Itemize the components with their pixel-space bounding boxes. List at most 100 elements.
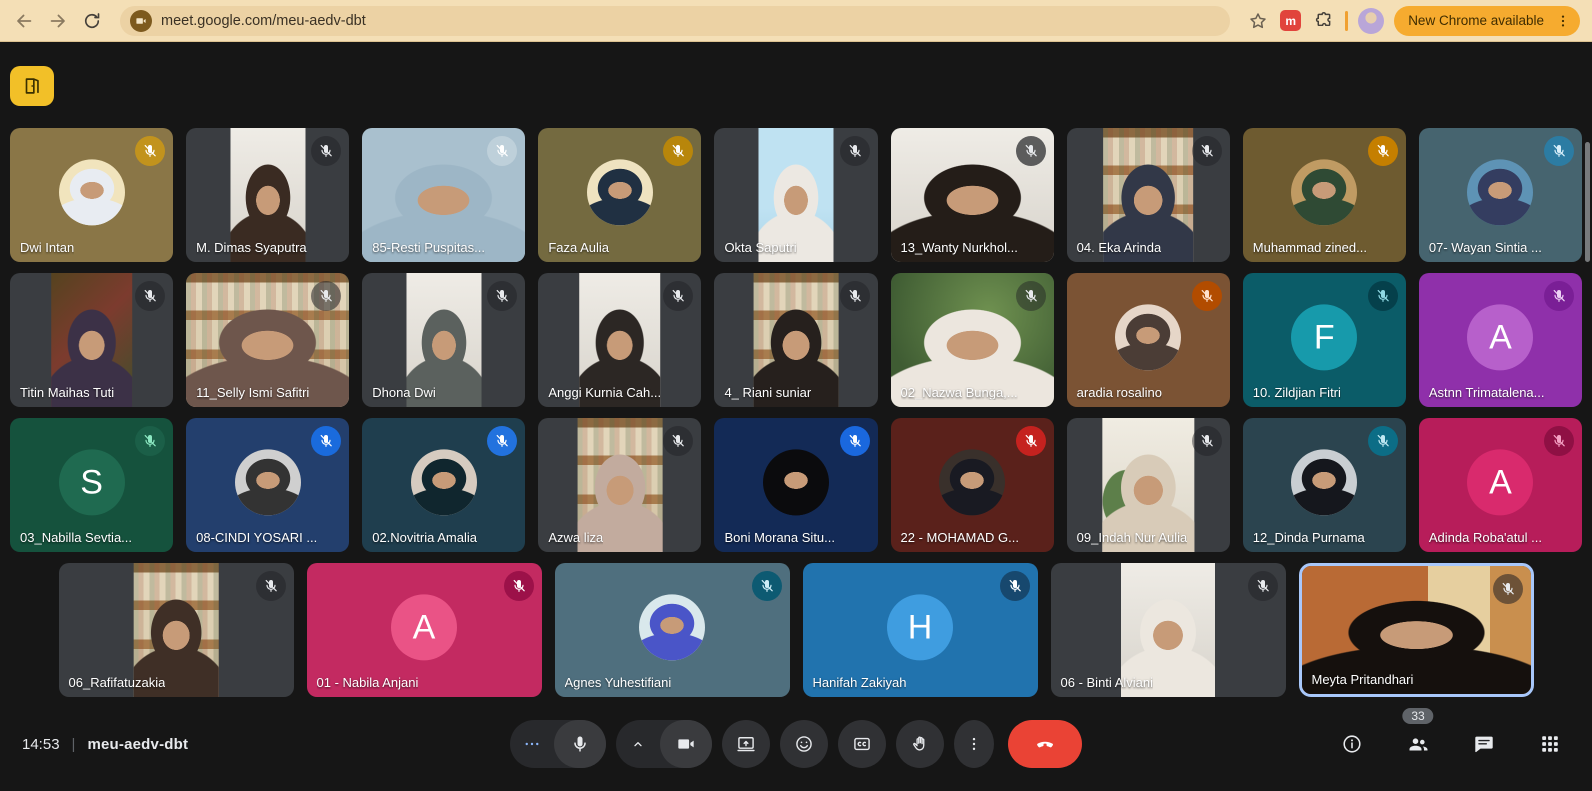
mic-off-icon	[487, 281, 517, 311]
audio-options-icon[interactable]	[510, 720, 554, 768]
browser-menu-dots-icon[interactable]	[1552, 10, 1574, 32]
closed-captions-button[interactable]	[838, 720, 886, 768]
participant-tile[interactable]: Azwa liza	[538, 418, 701, 552]
participant-tile[interactable]: 4_ Riani suniar	[714, 273, 877, 407]
info-icon[interactable]	[1336, 728, 1368, 760]
raise-hand-button[interactable]	[896, 720, 944, 768]
apps-grid-icon[interactable]	[1534, 728, 1566, 760]
participant-tile[interactable]: S03_Nabilla Sevtia...	[10, 418, 173, 552]
mic-off-icon	[840, 426, 870, 456]
participant-tile[interactable]: 06_Rafifatuzakia	[59, 563, 294, 697]
mic-off-icon	[1192, 426, 1222, 456]
participant-name: 02.Novitria Amalia	[372, 530, 477, 545]
participant-tile[interactable]: 06 - Binti Alviani	[1051, 563, 1286, 697]
self-view-tile[interactable]: Meyta Pritandhari	[1299, 563, 1534, 697]
mic-off-icon	[1192, 281, 1222, 311]
url-text: meet.google.com/meu-aedv-dbt	[161, 13, 1220, 29]
emoji-reactions-button[interactable]	[780, 720, 828, 768]
participant-name: 09_Indah Nur Aulia	[1077, 530, 1188, 545]
participant-tile[interactable]: 02.Novitria Amalia	[362, 418, 525, 552]
participant-name: Boni Morana Situ...	[724, 530, 835, 545]
participant-tile[interactable]: Muhammad zined...	[1243, 128, 1406, 262]
participant-tile[interactable]: 22 - MOHAMAD G...	[891, 418, 1054, 552]
mic-off-icon	[840, 281, 870, 311]
participant-name: 10. Zildjian Fitri	[1253, 385, 1341, 400]
mic-off-icon	[135, 136, 165, 166]
participant-tile[interactable]: 09_Indah Nur Aulia	[1067, 418, 1230, 552]
participant-tile[interactable]: Dhona Dwi	[362, 273, 525, 407]
mic-off-icon	[311, 426, 341, 456]
chat-icon[interactable]	[1468, 728, 1500, 760]
participant-name: 07- Wayan Sintia ...	[1429, 240, 1542, 255]
participant-name: Dhona Dwi	[372, 385, 436, 400]
participant-tile[interactable]: Agnes Yuhestifiani	[555, 563, 790, 697]
participant-name: Muhammad zined...	[1253, 240, 1367, 255]
participant-tile[interactable]: Anggi Kurnia Cah...	[538, 273, 701, 407]
mic-off-icon	[135, 281, 165, 311]
participant-tile[interactable]: 13_Wanty Nurkhol...	[891, 128, 1054, 262]
microphone-button[interactable]	[554, 720, 606, 768]
mic-off-icon	[663, 426, 693, 456]
mic-off-icon	[1544, 426, 1574, 456]
camera-options-icon[interactable]	[616, 720, 660, 768]
back-arrow-icon[interactable]	[12, 9, 36, 33]
participant-tile[interactable]: A01 - Nabila Anjani	[307, 563, 542, 697]
mic-off-icon	[1016, 426, 1046, 456]
participant-tile[interactable]: 07- Wayan Sintia ...	[1419, 128, 1582, 262]
mic-off-icon	[487, 426, 517, 456]
participant-tile[interactable]: aradia rosalino	[1067, 273, 1230, 407]
photo-avatar	[763, 449, 829, 515]
red-extension-icon[interactable]: m	[1280, 10, 1301, 31]
participant-name: Astnn Trimatalena...	[1429, 385, 1545, 400]
people-icon[interactable]: 33	[1402, 728, 1434, 760]
present-screen-button[interactable]	[722, 720, 770, 768]
participant-tile[interactable]: Faza Aulia	[538, 128, 701, 262]
photo-avatar	[1467, 159, 1533, 225]
profile-avatar[interactable]	[1358, 8, 1384, 34]
participant-tile[interactable]: 11_Selly Ismi Safitri	[186, 273, 349, 407]
scrollbar[interactable]	[1585, 142, 1590, 262]
mic-off-icon	[1544, 281, 1574, 311]
participant-tile[interactable]: F10. Zildjian Fitri	[1243, 273, 1406, 407]
participant-tile[interactable]: 04. Eka Arinda	[1067, 128, 1230, 262]
extensions-puzzle-icon[interactable]	[1311, 9, 1335, 33]
participant-tile[interactable]: HHanifah Zakiyah	[803, 563, 1038, 697]
participant-tile[interactable]: 85-Resti Puspitas...	[362, 128, 525, 262]
forward-arrow-icon[interactable]	[46, 9, 70, 33]
end-call-button[interactable]	[1008, 720, 1082, 768]
address-bar[interactable]: meet.google.com/meu-aedv-dbt	[120, 6, 1230, 36]
participant-name: M. Dimas Syaputra	[196, 240, 307, 255]
participant-tile[interactable]: 08-CINDI YOSARI ...	[186, 418, 349, 552]
participant-tile[interactable]: Okta Saputri	[714, 128, 877, 262]
refresh-icon[interactable]	[80, 9, 104, 33]
participant-name: Hanifah Zakiyah	[813, 675, 907, 690]
meeting-area: Dwi Intan M. Dimas Syaputra 85-Resti Puspi…	[0, 42, 1592, 791]
bookmark-star-icon[interactable]	[1246, 9, 1270, 33]
participant-tile[interactable]: AAdinda Roba'atul ...	[1419, 418, 1582, 552]
camera-button[interactable]	[660, 720, 712, 768]
participant-name: Meyta Pritandhari	[1312, 672, 1414, 687]
meeting-info: 14:53 | meu-aedv-dbt	[22, 736, 188, 753]
participant-tile[interactable]: 12_Dinda Purnama	[1243, 418, 1406, 552]
participant-name: 85-Resti Puspitas...	[372, 240, 485, 255]
participant-tile[interactable]: AAstnn Trimatalena...	[1419, 273, 1582, 407]
participant-grid: Dwi Intan M. Dimas Syaputra 85-Resti Puspi…	[10, 128, 1582, 697]
participant-tile[interactable]: M. Dimas Syaputra	[186, 128, 349, 262]
mic-control	[510, 720, 606, 768]
separator: |	[72, 736, 76, 753]
mic-off-icon	[1544, 136, 1574, 166]
call-controls	[510, 720, 1082, 768]
update-chrome-button[interactable]: New Chrome available	[1394, 6, 1580, 36]
mic-off-icon	[1368, 136, 1398, 166]
mic-off-icon	[1368, 426, 1398, 456]
participant-name: 04. Eka Arinda	[1077, 240, 1162, 255]
participant-tile[interactable]: Titin Maihas Tuti	[10, 273, 173, 407]
mic-off-icon	[135, 426, 165, 456]
door-extension-icon[interactable]	[10, 66, 54, 106]
mic-off-icon	[311, 136, 341, 166]
participant-tile[interactable]: 02_Nazwa Bunga,...	[891, 273, 1054, 407]
participant-tile[interactable]: Dwi Intan	[10, 128, 173, 262]
more-options-button[interactable]	[954, 720, 994, 768]
photo-avatar	[59, 159, 125, 225]
participant-tile[interactable]: Boni Morana Situ...	[714, 418, 877, 552]
